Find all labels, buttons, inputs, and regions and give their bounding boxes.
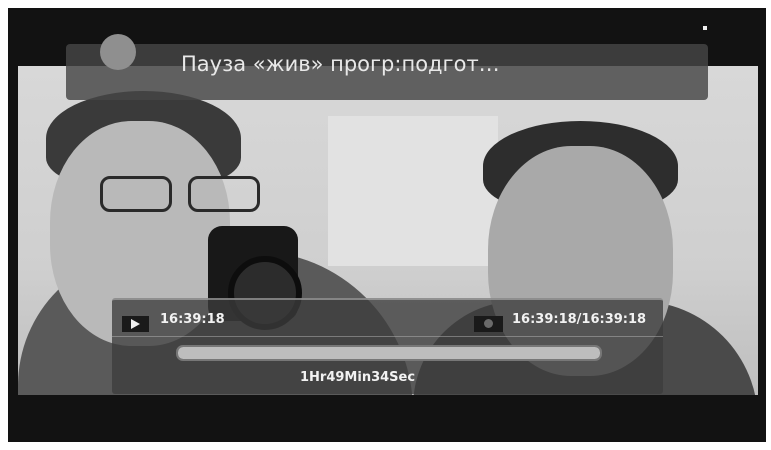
background-wall: [328, 116, 498, 266]
glasses-right-lens: [188, 176, 260, 212]
record-icon: [484, 319, 493, 328]
tv-display: Пауза «жив» прогр:подгот… 16:39:18 16:39…: [0, 0, 771, 450]
progress-fill: [178, 347, 600, 359]
status-circle-icon: [100, 34, 136, 70]
panel-divider: [112, 336, 663, 337]
record-time: 16:39:18/16:39:18: [512, 312, 647, 327]
duration-label: 1Hr49Min34Sec: [300, 370, 416, 385]
current-time: 16:39:18: [160, 312, 225, 327]
screen-bottom-border: [8, 395, 766, 442]
glasses-left-lens: [100, 176, 172, 212]
corner-mark: [703, 26, 707, 30]
play-icon: [131, 319, 140, 329]
progress-bar[interactable]: [176, 345, 602, 361]
status-text: Пауза «жив» прогр:подгот…: [181, 52, 500, 76]
